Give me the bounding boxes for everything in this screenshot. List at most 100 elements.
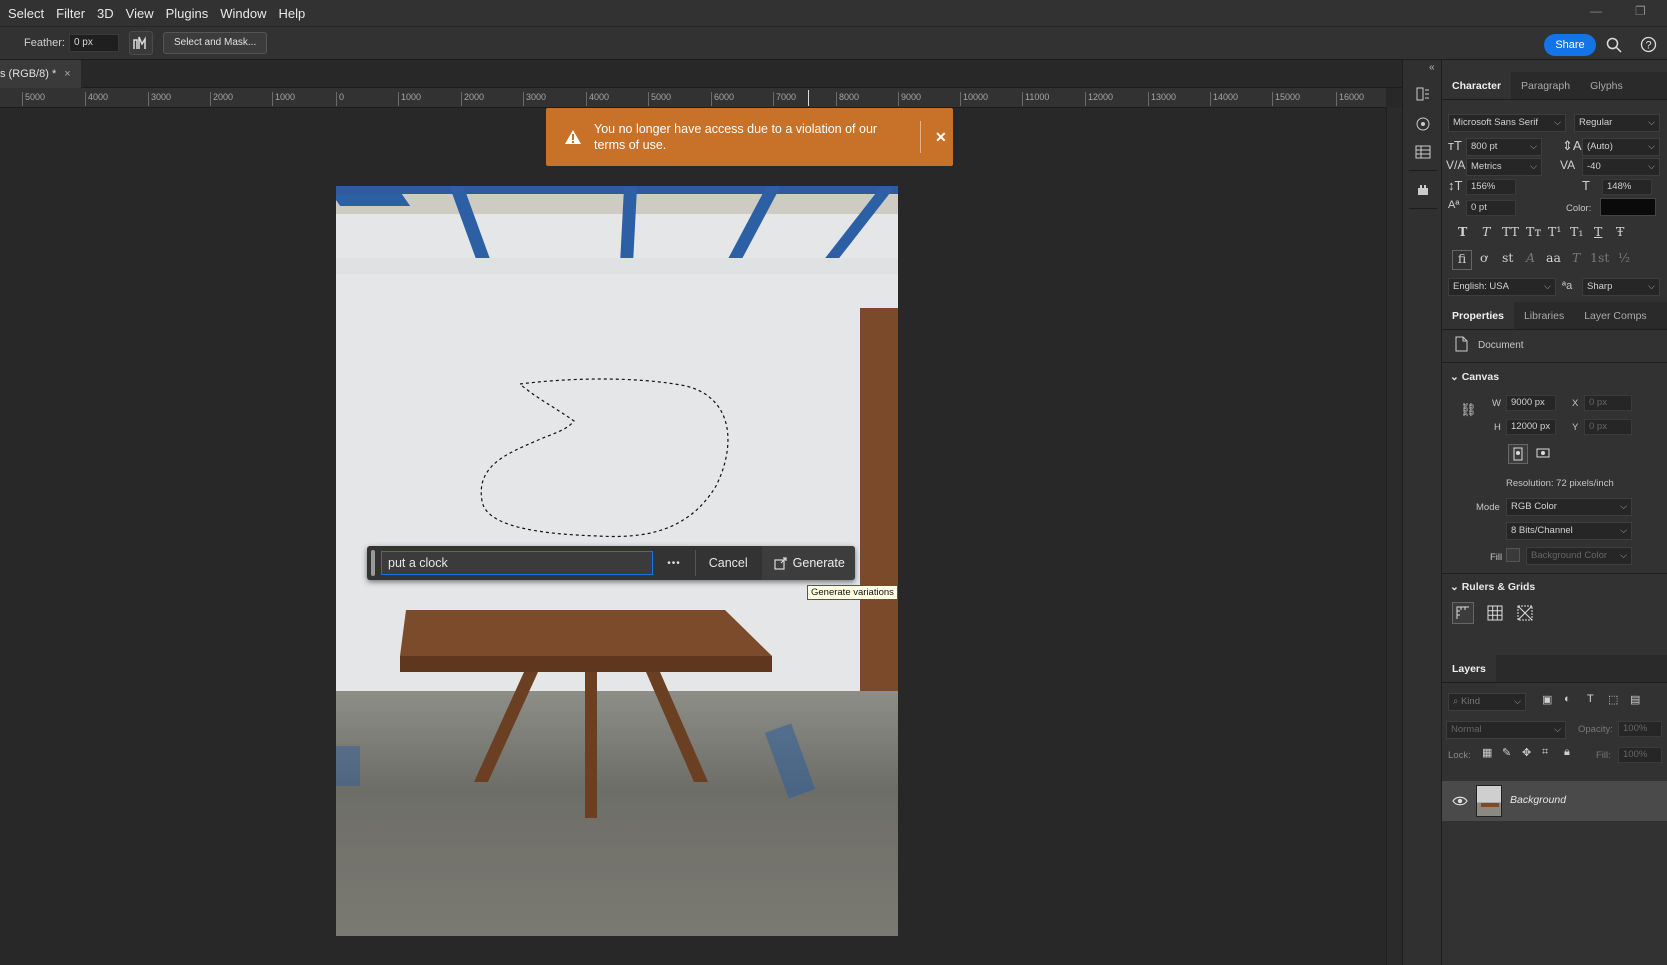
subscript-icon[interactable]: T₁ — [1570, 224, 1583, 239]
drag-handle[interactable] — [371, 550, 375, 576]
canvas-x-field[interactable]: 0 px — [1584, 395, 1632, 411]
menu-plugins[interactable]: Plugins — [166, 6, 209, 21]
plugin-icon[interactable] — [1415, 182, 1431, 198]
font-family-select[interactable]: Microsoft Sans Serif ⌵ — [1448, 114, 1566, 132]
layer-row-background[interactable]: Background — [1442, 781, 1667, 821]
cancel-button[interactable]: Cancel — [709, 556, 748, 570]
discretionary-ligature-icon[interactable]: st — [1502, 250, 1513, 265]
tab-layer-comps[interactable]: Layer Comps — [1574, 302, 1656, 329]
antialias-toggle-button[interactable] — [128, 31, 153, 55]
vertical-scale-field[interactable]: 156% — [1466, 179, 1516, 195]
search-icon[interactable] — [1606, 37, 1622, 53]
canvas-width-field[interactable]: 9000 px — [1506, 395, 1556, 411]
select-and-mask-button[interactable]: Select and Mask... — [162, 32, 268, 54]
superscript-icon[interactable]: T¹ — [1548, 224, 1561, 239]
minimize-icon[interactable]: — — [1590, 4, 1602, 18]
image-filter-icon[interactable]: ▣ — [1542, 693, 1552, 706]
share-button[interactable]: Share — [1544, 34, 1596, 56]
tab-character[interactable]: Character — [1442, 72, 1512, 99]
rulers-toggle-button[interactable] — [1452, 602, 1474, 624]
language-select[interactable]: English: USA ⌵ — [1448, 278, 1556, 296]
vertical-scrollbar[interactable] — [1386, 108, 1402, 965]
lock-position-icon[interactable]: ✥ — [1522, 746, 1531, 759]
tab-libraries[interactable]: Libraries — [1514, 302, 1574, 329]
faux-italic-icon[interactable]: T — [1482, 224, 1490, 239]
canvas-section-toggle[interactable]: ⌄ Canvas — [1450, 371, 1499, 383]
rulers-grids-section-toggle[interactable]: ⌄ Rulers & Grids — [1450, 581, 1535, 593]
shape-filter-icon[interactable]: ⬚ — [1608, 693, 1618, 706]
generate-button[interactable]: Generate — [761, 546, 856, 580]
tab-properties[interactable]: Properties — [1442, 302, 1514, 329]
font-style-select[interactable]: Regular ⌵ — [1574, 114, 1660, 132]
canvas-height-field[interactable]: 12000 px — [1506, 419, 1556, 435]
history-icon[interactable] — [1415, 86, 1431, 102]
tracking-select[interactable]: -40 ⌵ — [1582, 158, 1660, 176]
restore-icon[interactable]: ❐ — [1635, 4, 1646, 18]
fill-opacity-field[interactable]: 100% — [1618, 747, 1662, 763]
fill-select[interactable]: Background Color ⌵ — [1526, 547, 1632, 565]
lock-all-icon[interactable]: 🔒︎ — [1564, 746, 1570, 759]
kerning-select[interactable]: Metrics ⌵ — [1466, 158, 1542, 176]
feather-input[interactable]: 0 px — [68, 34, 119, 52]
faux-bold-icon[interactable]: T — [1458, 224, 1467, 239]
more-options-icon[interactable]: ••• — [667, 558, 681, 569]
layer-filter-select[interactable]: ⌕ Kind ⌵ — [1448, 693, 1526, 711]
close-tab-icon[interactable]: × — [64, 60, 70, 88]
tab-paragraph[interactable]: Paragraph — [1511, 72, 1580, 99]
fractions-icon[interactable]: ½ — [1618, 250, 1630, 265]
underline-icon[interactable]: T — [1594, 224, 1602, 239]
all-caps-icon[interactable]: TT — [1502, 224, 1519, 239]
collapse-panels-icon[interactable]: « — [1429, 62, 1435, 73]
smart-object-filter-icon[interactable]: ▤ — [1630, 693, 1640, 706]
help-icon[interactable]: ? — [1640, 36, 1657, 53]
canvas-y-field[interactable]: 0 px — [1584, 419, 1632, 435]
adjustment-filter-icon[interactable]: ◐ — [1564, 693, 1571, 705]
document-tab[interactable]: s (RGB/8) * × — [0, 60, 81, 88]
tab-glyphs[interactable]: Glyphs — [1580, 72, 1633, 99]
lock-artboard-icon[interactable]: ⌗ — [1542, 746, 1548, 759]
strikethrough-icon[interactable]: Ŧ — [1616, 224, 1624, 239]
menu-help[interactable]: Help — [279, 6, 306, 21]
small-caps-icon[interactable]: Tт — [1526, 224, 1541, 239]
bit-depth-select[interactable]: 8 Bits/Channel ⌵ — [1506, 522, 1632, 540]
menu-select[interactable]: Select — [8, 6, 44, 21]
swash-icon[interactable]: A — [1526, 250, 1535, 265]
color-mode-select[interactable]: RGB Color ⌵ — [1506, 498, 1632, 516]
grid-icon[interactable] — [1486, 604, 1504, 622]
portrait-icon — [1513, 447, 1523, 461]
baseline-shift-field[interactable]: 0 pt — [1466, 200, 1516, 216]
titling-alternates-icon[interactable]: T — [1572, 250, 1580, 265]
guides-icon[interactable] — [1516, 604, 1534, 622]
ruler-tick: 16000 — [1336, 92, 1364, 106]
ruler-tick: 13000 — [1148, 92, 1176, 106]
text-color-swatch[interactable] — [1600, 198, 1656, 216]
contextual-alternates-icon[interactable]: ơ — [1480, 250, 1488, 265]
leading-select[interactable]: (Auto) ⌵ — [1582, 138, 1660, 156]
anti-alias-select[interactable]: Sharp ⌵ — [1582, 278, 1660, 296]
close-icon[interactable]: ✕ — [935, 129, 947, 146]
feather-label: Feather: — [24, 37, 65, 49]
link-icon[interactable]: ⛓ — [1460, 402, 1477, 418]
horizontal-scale-field[interactable]: 148% — [1602, 179, 1652, 195]
blend-mode-select[interactable]: Normal ⌵ — [1446, 721, 1566, 739]
menu-view[interactable]: View — [126, 6, 154, 21]
tab-layers[interactable]: Layers — [1442, 655, 1496, 682]
ligature-icon[interactable]: ﬁ — [1452, 250, 1472, 270]
stylistic-alternates-icon[interactable]: aa — [1546, 250, 1561, 265]
eye-icon[interactable] — [1452, 794, 1468, 808]
libraries-icon[interactable] — [1415, 116, 1431, 132]
font-size-select[interactable]: 800 pt ⌵ — [1466, 138, 1542, 156]
opacity-field[interactable]: 100% — [1618, 721, 1662, 737]
menu-filter[interactable]: Filter — [56, 6, 85, 21]
type-filter-icon[interactable]: T — [1587, 693, 1594, 705]
fill-color-swatch[interactable] — [1506, 548, 1520, 562]
landscape-orientation-button[interactable] — [1534, 444, 1554, 464]
ordinals-icon[interactable]: 1st — [1590, 250, 1609, 265]
portrait-orientation-button[interactable] — [1508, 444, 1528, 464]
prompt-input[interactable] — [381, 551, 654, 575]
grid-table-icon[interactable] — [1415, 144, 1431, 160]
menu-window[interactable]: Window — [220, 6, 266, 21]
menu-3d[interactable]: 3D — [97, 6, 114, 21]
lock-image-icon[interactable]: ✎ — [1502, 746, 1511, 759]
lock-transparent-icon[interactable]: ▦ — [1482, 746, 1492, 759]
